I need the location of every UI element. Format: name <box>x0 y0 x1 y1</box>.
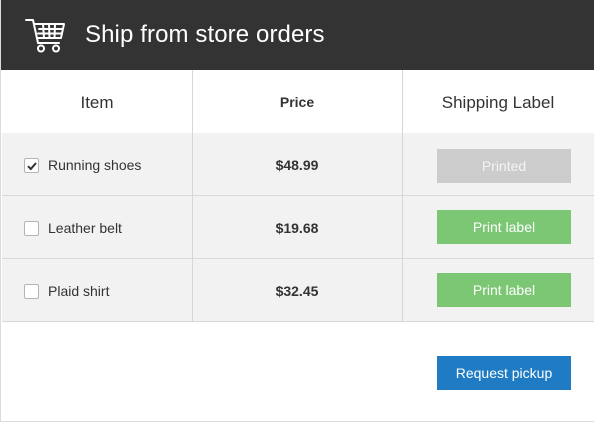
printed-button: Printed <box>437 149 571 183</box>
row-checkbox[interactable] <box>24 221 39 236</box>
item-name: Leather belt <box>48 220 122 236</box>
column-header-item[interactable]: Item <box>2 70 192 133</box>
row-checkbox-checked[interactable] <box>24 158 39 173</box>
request-pickup-button[interactable]: Request pickup <box>437 356 571 390</box>
item-price: $19.68 <box>275 220 319 236</box>
print-label-button[interactable]: Print label <box>437 273 571 307</box>
item-name: Plaid shirt <box>48 283 110 299</box>
checkmark-icon <box>27 162 37 171</box>
table-row: Leather belt $19.68 Print label <box>2 196 594 259</box>
print-label-button[interactable]: Print label <box>437 210 571 244</box>
table-row: Plaid shirt $32.45 Print label <box>2 259 594 322</box>
table-row: Running shoes $48.99 Printed <box>2 133 594 196</box>
column-divider <box>402 70 403 322</box>
column-header-shipping-label[interactable]: Shipping Label <box>402 70 594 133</box>
item-price: $32.45 <box>275 283 319 299</box>
column-divider <box>192 70 193 322</box>
page-title: Ship from store orders <box>85 21 325 48</box>
column-header-price[interactable]: Price <box>192 70 402 132</box>
item-price: $48.99 <box>275 157 319 173</box>
header-bar: Ship from store orders <box>1 0 594 70</box>
item-name: Running shoes <box>48 157 142 173</box>
footer: Request pickup <box>2 322 594 421</box>
shopping-cart-icon <box>25 16 65 54</box>
orders-window: Ship from store orders Item Price Shippi… <box>0 0 594 422</box>
row-checkbox[interactable] <box>24 284 39 299</box>
table-header: Item Price Shipping Label <box>2 70 594 133</box>
